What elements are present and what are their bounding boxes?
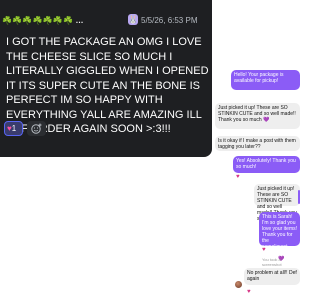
chat-bubble-outgoing: Yes! Absolutely! Thank you so much! xyxy=(233,156,300,173)
heart-reaction-icon: ♥ xyxy=(247,289,251,295)
reply-indicator xyxy=(298,190,300,204)
chat-bubble-incoming: Is it okay if I make a post with them ta… xyxy=(215,136,300,151)
heart-reaction-icon: ♥ xyxy=(236,174,240,180)
chat-bubble-outgoing: Hello! Your package is available for pic… xyxy=(231,70,300,90)
chat-bubble-incoming: No problem at all!! Def again xyxy=(244,268,300,285)
chat-thread: Hello! Your package is available for pic… xyxy=(200,0,300,300)
add-reaction-button[interactable] xyxy=(27,121,46,136)
smiley-add-icon xyxy=(31,123,42,134)
reaction-count: 1 xyxy=(11,124,17,133)
heart-reaction-icon: ♥ xyxy=(262,247,266,253)
chat-bubble-incoming-quoted: Just picked it up! These are SO STINKIN … xyxy=(254,184,300,222)
avatar xyxy=(235,281,242,288)
discord-message-card: ☘️☘️☘️☘️☘️☘️☘️ … 🐰 5/5/26, 6:53 PM I GOT… xyxy=(0,0,212,157)
reaction-heart-button[interactable]: ♥1 xyxy=(4,121,23,136)
chat-bubble-outgoing: This is Sarah! I'm so glad you love your… xyxy=(259,212,300,262)
chat-bubble-incoming: Just picked it up! These are SO STINKIN … xyxy=(215,103,300,129)
timestamp: 5/5/26, 6:53 PM xyxy=(141,16,198,25)
username[interactable]: ☘️☘️☘️☘️☘️☘️☘️ … xyxy=(2,16,84,25)
bunny-icon: 🐰 xyxy=(128,14,138,25)
system-note: You took a screenshot xyxy=(262,257,282,267)
